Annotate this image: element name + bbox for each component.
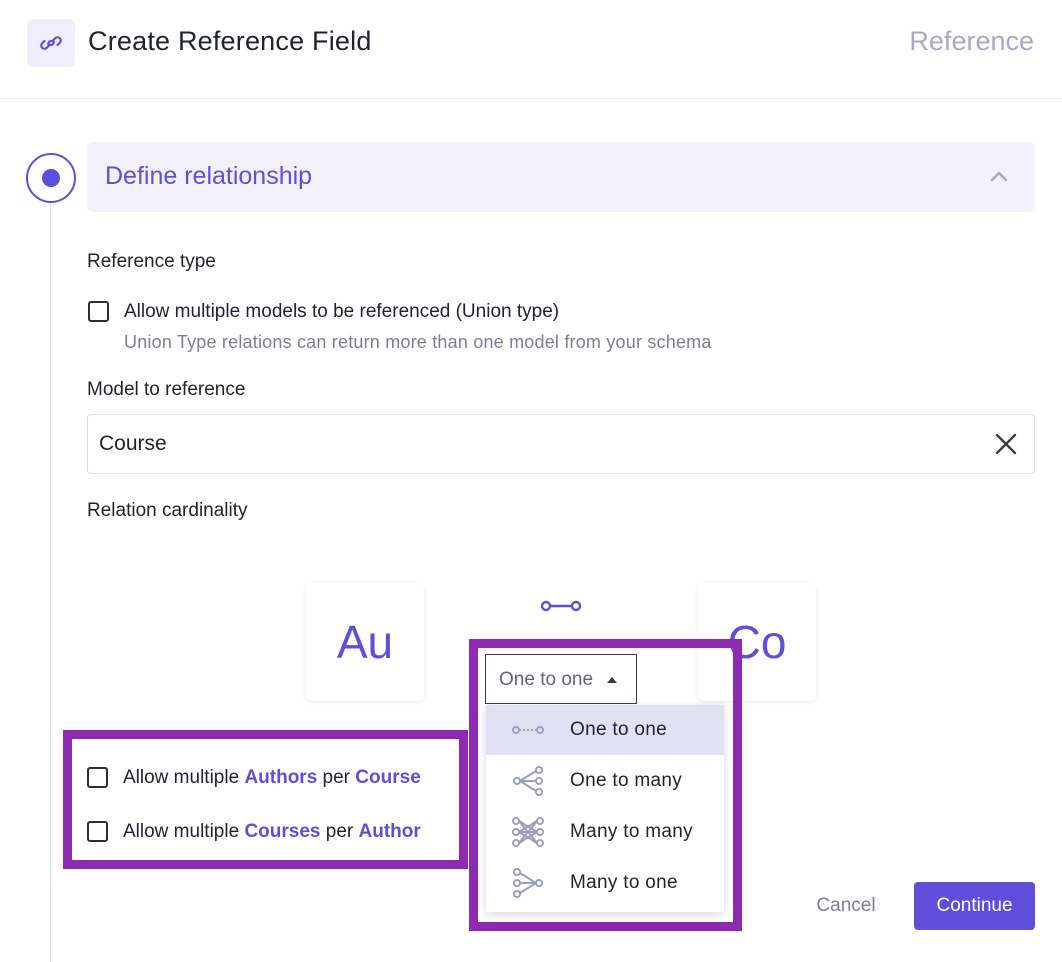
union-type-checkbox[interactable] [88, 301, 109, 322]
link-icon [27, 19, 75, 67]
allow-multiple-authors-label: Allow multiple Authors per Course [123, 767, 421, 789]
permissions-highlight-box [63, 730, 468, 869]
dialog-title: Create Reference Field [88, 26, 372, 56]
close-icon[interactable] [994, 432, 1018, 461]
model-to-reference-label: Model to reference [87, 379, 246, 400]
model-select-value: Course [99, 432, 167, 455]
allow-multiple-authors-checkbox[interactable] [87, 767, 108, 788]
perm-target: Author [358, 821, 421, 842]
cancel-button[interactable]: Cancel [800, 883, 892, 929]
perm-mid: per [320, 821, 359, 842]
section-title: Define relationship [105, 162, 313, 190]
dropdown-highlight-box [469, 639, 742, 931]
dialog-header: Create Reference Field Reference [0, 0, 1062, 99]
perm-mid: per [317, 767, 356, 788]
model-select-input[interactable]: Course [87, 414, 1035, 474]
step-indicator [26, 153, 76, 203]
perm-prefix: Allow multiple [123, 821, 245, 842]
perm-entity: Authors [244, 767, 318, 788]
reference-type-label: Reference type [87, 251, 216, 272]
source-model-abbr: Au [336, 616, 394, 668]
relation-cardinality-label: Relation cardinality [87, 500, 248, 521]
union-type-checkbox-label: Allow multiple models to be referenced (… [124, 301, 560, 322]
section-header-define-relationship[interactable]: Define relationship [87, 142, 1035, 212]
continue-button[interactable]: Continue [914, 882, 1035, 930]
field-type-label: Reference [909, 26, 1034, 56]
union-type-help-text: Union Type relations can return more tha… [124, 332, 712, 352]
step-timeline [50, 202, 51, 962]
chevron-up-icon[interactable] [989, 169, 1009, 188]
perm-target: Course [355, 767, 421, 788]
perm-entity: Courses [244, 821, 321, 842]
source-model-card: Au [306, 583, 424, 701]
allow-multiple-courses-checkbox[interactable] [87, 821, 108, 842]
one-to-one-connector-icon [540, 597, 582, 620]
allow-multiple-courses-label: Allow multiple Courses per Author [123, 821, 421, 843]
perm-prefix: Allow multiple [123, 767, 245, 788]
